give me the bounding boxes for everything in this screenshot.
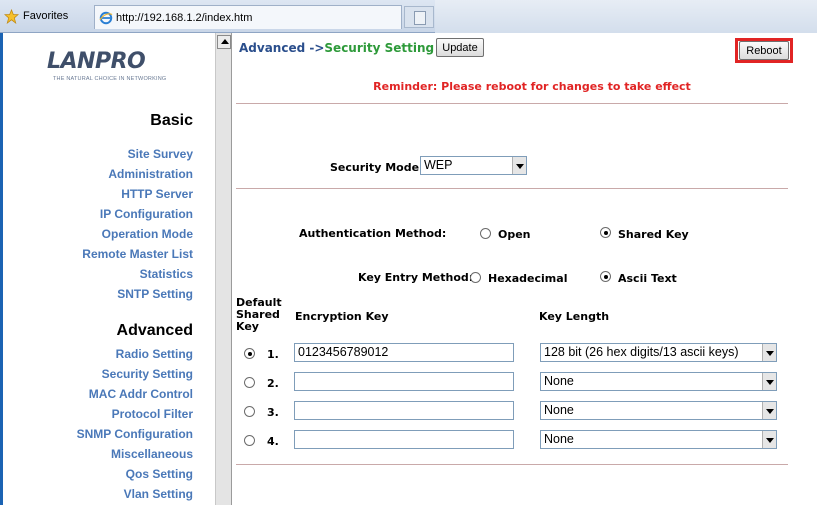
key-length-3-value: None [544, 403, 574, 417]
key-length-1-select[interactable]: 128 bit (26 hex digits/13 ascii keys) [540, 343, 777, 362]
auth-shared-key-radio[interactable] [600, 227, 611, 238]
chevron-down-icon [762, 402, 776, 419]
logo-name: LANPRO [47, 49, 146, 74]
advanced-section-title: Advanced [116, 322, 193, 339]
nav-statistics[interactable]: Statistics [82, 264, 193, 284]
key-row-number: 2. [267, 377, 279, 390]
nav-sntp-setting[interactable]: SNTP Setting [82, 284, 193, 304]
basic-nav-list: Site Survey Administration HTTP Server I… [82, 144, 193, 304]
security-mode-select[interactable]: WEP [420, 156, 527, 175]
auth-method-label: Authentication Method: [299, 227, 447, 240]
key-length-2-value: None [544, 374, 574, 388]
tab-url: http://192.168.1.2/index.htm [116, 11, 253, 24]
advanced-nav-list: Radio Setting Security Setting MAC Addr … [77, 344, 193, 504]
main-content-frame: Advanced ->Security Setting Update Reboo… [232, 33, 817, 505]
encryption-key-2-input[interactable] [294, 372, 514, 391]
new-tab-button[interactable] [404, 6, 434, 28]
key-length-4-select[interactable]: None [540, 430, 777, 449]
nav-radio-setting[interactable]: Radio Setting [77, 344, 193, 364]
nav-administration[interactable]: Administration [82, 164, 193, 184]
logo-tagline: THE NATURAL CHOICE IN NETWORKING [53, 76, 167, 82]
key-entry-hex-label: Hexadecimal [488, 272, 568, 285]
breadcrumb-current: Security Setting [324, 41, 435, 55]
reboot-reminder: Reminder: Please reboot for changes to t… [373, 80, 691, 93]
default-key-4-radio[interactable] [244, 435, 255, 446]
security-mode-value: WEP [424, 158, 453, 172]
breadcrumb-advanced: Advanced -> [239, 41, 325, 55]
encryption-key-4-input[interactable] [294, 430, 514, 449]
col-default-shared-key: Default Shared Key [236, 296, 282, 333]
lanpro-logo: LANPRO THE NATURAL CHOICE IN NETWORKING [47, 49, 197, 89]
nav-http-server[interactable]: HTTP Server [82, 184, 193, 204]
breadcrumb: Advanced ->Security Setting [239, 41, 434, 55]
key-length-4-value: None [544, 432, 574, 446]
col-key-length: Key Length [539, 310, 610, 323]
divider [236, 464, 788, 465]
divider [236, 188, 788, 189]
toolbar-empty-area [435, 0, 817, 33]
nav-vlan-setting[interactable]: Vlan Setting [77, 484, 193, 504]
scroll-up-icon[interactable] [217, 35, 231, 49]
left-nav-frame: LANPRO THE NATURAL CHOICE IN NETWORKING … [0, 33, 215, 505]
left-frame-scrollbar[interactable] [215, 33, 232, 505]
update-button[interactable]: Update [436, 38, 484, 57]
key-entry-hex-radio[interactable] [470, 272, 481, 283]
chevron-down-icon [512, 157, 526, 174]
nav-security-setting[interactable]: Security Setting [77, 364, 193, 384]
key-length-1-value: 128 bit (26 hex digits/13 ascii keys) [544, 345, 739, 359]
auth-shared-key-label: Shared Key [618, 228, 689, 241]
chevron-down-icon [762, 431, 776, 448]
encryption-key-3-input[interactable] [294, 401, 514, 420]
nav-qos-setting[interactable]: Qos Setting [77, 464, 193, 484]
ie-icon [99, 11, 113, 24]
browser-tab[interactable]: http://192.168.1.2/index.htm [94, 5, 402, 29]
encryption-key-1-input[interactable]: 0123456789012 [294, 343, 514, 362]
default-key-1-radio[interactable] [244, 348, 255, 359]
divider [236, 103, 788, 104]
key-length-2-select[interactable]: None [540, 372, 777, 391]
default-key-2-radio[interactable] [244, 377, 255, 388]
chevron-down-icon [762, 344, 776, 361]
key-entry-ascii-label: Ascii Text [618, 272, 677, 285]
default-key-3-radio[interactable] [244, 406, 255, 417]
reboot-highlight: Reboot [735, 38, 793, 63]
key-length-3-select[interactable]: None [540, 401, 777, 420]
nav-mac-addr-control[interactable]: MAC Addr Control [77, 384, 193, 404]
col-encryption-key: Encryption Key [295, 310, 389, 323]
browser-toolbar: Favorites http://192.168.1.2/index.htm [0, 0, 817, 33]
nav-ip-configuration[interactable]: IP Configuration [82, 204, 193, 224]
nav-snmp-configuration[interactable]: SNMP Configuration [77, 424, 193, 444]
nav-operation-mode[interactable]: Operation Mode [82, 224, 193, 244]
nav-protocol-filter[interactable]: Protocol Filter [77, 404, 193, 424]
auth-open-radio[interactable] [480, 228, 491, 239]
reboot-button[interactable]: Reboot [739, 41, 789, 60]
chevron-down-icon [762, 373, 776, 390]
key-entry-label: Key Entry Method: [358, 271, 474, 284]
auth-open-label: Open [498, 228, 531, 241]
favorites-label: Favorites [23, 10, 69, 22]
basic-section-title: Basic [150, 112, 193, 129]
key-row-number: 3. [267, 406, 279, 419]
nav-site-survey[interactable]: Site Survey [82, 144, 193, 164]
key-row-number: 4. [267, 435, 279, 448]
key-row-number: 1. [267, 348, 279, 361]
nav-miscellaneous[interactable]: Miscellaneous [77, 444, 193, 464]
star-icon [4, 8, 19, 24]
favorites-button[interactable]: Favorites [4, 7, 68, 25]
key-entry-ascii-radio[interactable] [600, 271, 611, 282]
security-mode-label: Security Mode: [330, 161, 424, 174]
nav-remote-master-list[interactable]: Remote Master List [82, 244, 193, 264]
